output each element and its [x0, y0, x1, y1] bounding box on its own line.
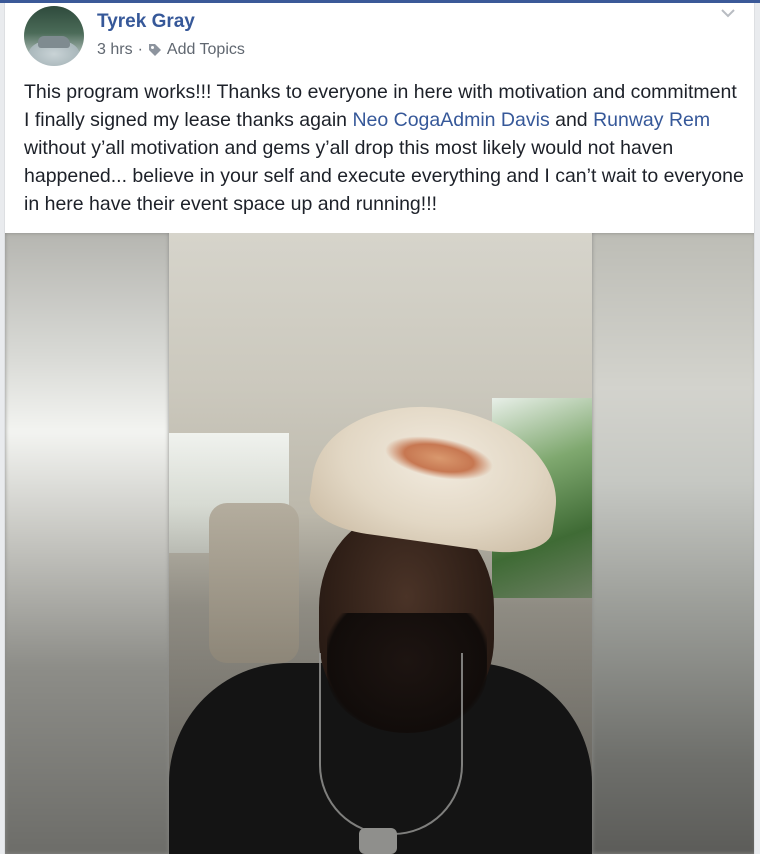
video-blur-left	[5, 233, 169, 854]
post-meta: 3 hrs · Add Topics	[97, 41, 245, 59]
post-body: This program works!!! Thanks to everyone…	[24, 78, 744, 218]
add-topics-link[interactable]: Add Topics	[167, 41, 245, 59]
mention-link-1[interactable]: Neo CogaAdmin Davis	[352, 109, 549, 131]
meta-separator: ·	[137, 41, 143, 58]
chevron-down-icon[interactable]	[720, 7, 736, 19]
mention-link-2[interactable]: Runway Rem	[593, 109, 710, 131]
author-name[interactable]: Tyrek Gray	[97, 11, 195, 33]
post-timestamp[interactable]: 3 hrs	[97, 41, 133, 59]
post-text-part-2: and	[549, 109, 594, 131]
necklace-chain	[319, 653, 463, 835]
post-card: Tyrek Gray 3 hrs · Add Topics This progr…	[4, 3, 755, 854]
post-text-part-3: without y’all motivation and gems y’all …	[24, 137, 744, 215]
car-seat	[209, 503, 299, 663]
post-header: Tyrek Gray 3 hrs · Add Topics	[5, 3, 754, 66]
avatar[interactable]	[24, 6, 84, 66]
necklace-pendant	[359, 828, 397, 854]
video-blur-right	[592, 233, 754, 854]
post-video[interactable]	[5, 233, 754, 854]
video-frame[interactable]	[169, 233, 592, 854]
tag-icon	[148, 44, 161, 56]
